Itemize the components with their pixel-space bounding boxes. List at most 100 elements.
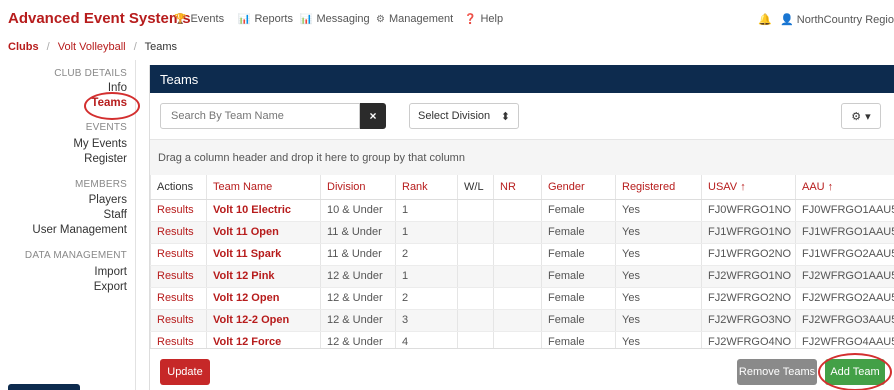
column-header-aau[interactable]: AAU ↑ bbox=[795, 175, 894, 200]
panel-toolbar: × Select Division ⬍ ⚙ ▾ bbox=[150, 93, 894, 139]
sidebar-item-info[interactable]: Info bbox=[108, 82, 127, 94]
breadcrumb: Clubs / Volt Volleyball / Teams bbox=[8, 41, 177, 53]
sidebar-section-club-details: CLUB DETAILS bbox=[54, 68, 127, 79]
team-name-link[interactable]: Volt 10 Electric bbox=[206, 199, 321, 222]
registered-cell: Yes bbox=[615, 199, 702, 222]
results-link[interactable]: Results bbox=[150, 221, 207, 244]
brand-logo[interactable]: Advanced Event Systems bbox=[8, 10, 191, 27]
table-row: Results Volt 11 Spark 11 & Under 2 Femal… bbox=[150, 243, 894, 266]
division-cell: 10 & Under bbox=[320, 199, 396, 222]
sidebar-section-events: EVENTS bbox=[85, 122, 127, 133]
user-icon: 👤 bbox=[780, 14, 794, 26]
sidebar-item-my-events[interactable]: My Events bbox=[73, 138, 127, 150]
nr-cell bbox=[493, 199, 542, 222]
registered-cell: Yes bbox=[615, 309, 702, 332]
update-button[interactable]: Update bbox=[160, 359, 210, 385]
usav-cell: FJ0WFRGO1NO bbox=[701, 199, 796, 222]
column-header-team-name[interactable]: Team Name bbox=[206, 175, 321, 200]
column-header-division[interactable]: Division bbox=[320, 175, 396, 200]
aau-cell: FJ2WFRGO2AAU52 bbox=[795, 287, 894, 310]
results-link[interactable]: Results bbox=[150, 199, 207, 222]
breadcrumb-club[interactable]: Volt Volleyball bbox=[58, 41, 126, 53]
nav-reports[interactable]: 📊 Reports bbox=[238, 13, 293, 25]
column-header-usav[interactable]: USAV ↑ bbox=[701, 175, 796, 200]
sidebar-item-export[interactable]: Export bbox=[94, 281, 127, 293]
gears-icon: ⚙ bbox=[376, 13, 385, 25]
column-header-actions[interactable]: Actions bbox=[150, 175, 207, 200]
chevron-down-icon: ▾ bbox=[865, 110, 871, 123]
column-header-wl[interactable]: W/L bbox=[457, 175, 494, 200]
aau-cell: FJ2WFRGO3AAU52 bbox=[795, 309, 894, 332]
registered-cell: Yes bbox=[615, 221, 702, 244]
results-link[interactable]: Results bbox=[150, 265, 207, 288]
group-by-drop-zone[interactable]: Drag a column header and drop it here to… bbox=[150, 139, 894, 175]
rank-cell: 1 bbox=[395, 265, 458, 288]
nav-events-label: Events bbox=[190, 13, 225, 25]
registered-cell: Yes bbox=[615, 243, 702, 266]
breadcrumb-clubs[interactable]: Clubs bbox=[8, 41, 39, 53]
nav-management[interactable]: ⚙ Management bbox=[376, 13, 453, 25]
sidebar-item-teams[interactable]: Teams bbox=[91, 97, 127, 109]
sidebar: CLUB DETAILS Info Teams EVENTS My Events… bbox=[0, 60, 140, 390]
team-name-link[interactable]: Volt 12 Pink bbox=[206, 265, 321, 288]
nav-messaging[interactable]: 📊 Messaging bbox=[300, 13, 370, 25]
rank-cell: 2 bbox=[395, 287, 458, 310]
user-menu[interactable]: 👤 NorthCountry Regio bbox=[780, 13, 894, 26]
table-row: Results Volt 12 Pink 12 & Under 1 Female… bbox=[150, 265, 894, 288]
column-header-registered[interactable]: Registered bbox=[615, 175, 702, 200]
nav-events[interactable]: 🏆 Events bbox=[174, 13, 224, 25]
usav-cell: FJ2WFRGO2NO bbox=[701, 287, 796, 310]
usav-cell: FJ2WFRGO3NO bbox=[701, 309, 796, 332]
team-name-link[interactable]: Volt 12-2 Open bbox=[206, 309, 321, 332]
sidebar-item-staff[interactable]: Staff bbox=[104, 209, 127, 221]
team-search-input[interactable] bbox=[160, 103, 360, 129]
nav-help[interactable]: ❓ Help bbox=[464, 13, 503, 25]
close-icon: × bbox=[369, 109, 377, 123]
division-cell: 12 & Under bbox=[320, 287, 396, 310]
gear-icon: ⚙ bbox=[851, 110, 862, 123]
results-link[interactable]: Results bbox=[150, 243, 207, 266]
division-select[interactable]: Select Division ⬍ bbox=[409, 103, 519, 129]
division-cell: 12 & Under bbox=[320, 265, 396, 288]
nr-cell bbox=[493, 287, 542, 310]
nav-management-label: Management bbox=[388, 13, 454, 25]
column-header-gender[interactable]: Gender bbox=[541, 175, 616, 200]
column-header-rank[interactable]: Rank bbox=[395, 175, 458, 200]
sidebar-item-user-management[interactable]: User Management bbox=[32, 224, 127, 236]
table-header-row: Actions Team Name Division Rank W/L NR G… bbox=[150, 175, 894, 200]
clear-search-button[interactable]: × bbox=[360, 103, 386, 129]
column-header-nr[interactable]: NR bbox=[493, 175, 542, 200]
bar-chart-icon: 📊 bbox=[238, 13, 251, 25]
team-name-link[interactable]: Volt 11 Spark bbox=[206, 243, 321, 266]
rank-cell: 3 bbox=[395, 309, 458, 332]
sidebar-item-import[interactable]: Import bbox=[94, 266, 127, 278]
team-name-link[interactable]: Volt 11 Open bbox=[206, 221, 321, 244]
gender-cell: Female bbox=[541, 309, 616, 332]
aau-cell: FJ1WFRGO1AAU52 bbox=[795, 221, 894, 244]
usav-cell: FJ2WFRGO1NO bbox=[701, 265, 796, 288]
team-name-link[interactable]: Volt 12 Open bbox=[206, 287, 321, 310]
nr-cell bbox=[493, 309, 542, 332]
add-team-button[interactable]: Add Team bbox=[825, 359, 885, 385]
usav-cell: FJ1WFRGO1NO bbox=[701, 221, 796, 244]
division-cell: 11 & Under bbox=[320, 243, 396, 266]
division-cell: 12 & Under bbox=[320, 309, 396, 332]
table-row: Results Volt 12-2 Open 12 & Under 3 Fema… bbox=[150, 309, 894, 332]
sidebar-item-register[interactable]: Register bbox=[84, 153, 127, 165]
remove-teams-button[interactable]: Remove Teams bbox=[737, 359, 817, 385]
bar-chart-icon: 📊 bbox=[300, 13, 313, 25]
registered-cell: Yes bbox=[615, 287, 702, 310]
results-link[interactable]: Results bbox=[150, 287, 207, 310]
notifications-bell[interactable]: 🔔 bbox=[758, 13, 772, 26]
settings-dropdown-button[interactable]: ⚙ ▾ bbox=[841, 103, 881, 129]
wl-cell bbox=[457, 265, 494, 288]
table-row: Results Volt 10 Electric 10 & Under 1 Fe… bbox=[150, 199, 894, 222]
sidebar-item-players[interactable]: Players bbox=[89, 194, 127, 206]
teams-table: Actions Team Name Division Rank W/L NR G… bbox=[150, 175, 894, 354]
gender-cell: Female bbox=[541, 243, 616, 266]
results-link[interactable]: Results bbox=[150, 309, 207, 332]
nr-cell bbox=[493, 265, 542, 288]
usav-cell: FJ1WFRGO2NO bbox=[701, 243, 796, 266]
nav-messaging-label: Messaging bbox=[316, 13, 370, 25]
chevron-updown-icon: ⬍ bbox=[500, 110, 510, 123]
